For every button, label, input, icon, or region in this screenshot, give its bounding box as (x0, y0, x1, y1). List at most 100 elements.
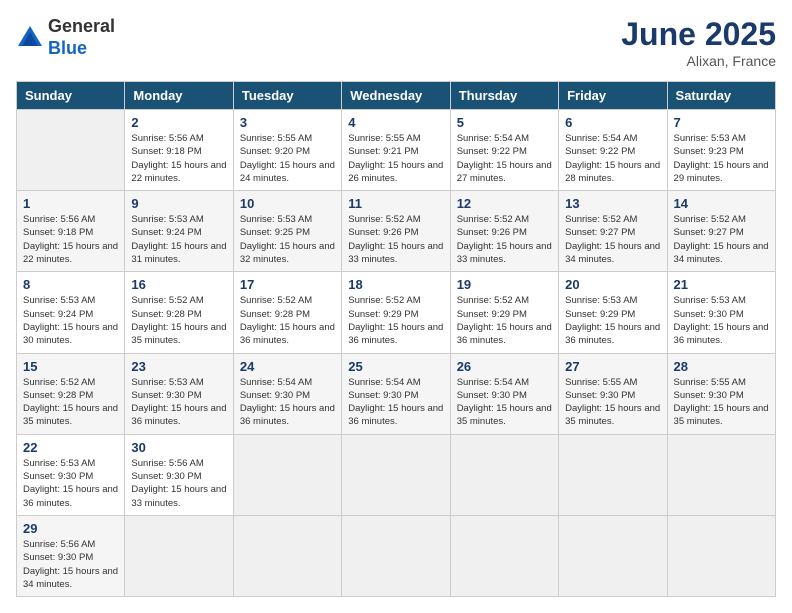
logo: General Blue (16, 16, 115, 59)
table-row: 4 Sunrise: 5:55 AMSunset: 9:21 PMDayligh… (342, 110, 450, 191)
page-header: General Blue June 2025 Alixan, France (16, 16, 776, 69)
table-row: 9 Sunrise: 5:53 AMSunset: 9:24 PMDayligh… (125, 191, 233, 272)
table-row: 29 Sunrise: 5:56 AMSunset: 9:30 PMDaylig… (17, 515, 125, 596)
day-number: 17 (240, 277, 335, 292)
table-row: 22 Sunrise: 5:53 AMSunset: 9:30 PMDaylig… (17, 434, 125, 515)
header-friday: Friday (559, 82, 667, 110)
table-row: 8 Sunrise: 5:53 AMSunset: 9:24 PMDayligh… (17, 272, 125, 353)
header-sunday: Sunday (17, 82, 125, 110)
day-number: 10 (240, 196, 335, 211)
logo-icon (16, 24, 44, 52)
day-number: 6 (565, 115, 660, 130)
day-number: 21 (674, 277, 769, 292)
empty-cell (667, 434, 775, 515)
day-info: Sunrise: 5:54 AMSunset: 9:22 PMDaylight:… (457, 132, 552, 185)
day-number: 25 (348, 359, 443, 374)
table-row: 13 Sunrise: 5:52 AMSunset: 9:27 PMDaylig… (559, 191, 667, 272)
day-info: Sunrise: 5:54 AMSunset: 9:30 PMDaylight:… (457, 376, 552, 429)
location: Alixan, France (621, 53, 776, 69)
day-number: 24 (240, 359, 335, 374)
table-row: 24 Sunrise: 5:54 AMSunset: 9:30 PMDaylig… (233, 353, 341, 434)
week-row-2: 1 Sunrise: 5:56 AMSunset: 9:18 PMDayligh… (17, 191, 776, 272)
header-saturday: Saturday (667, 82, 775, 110)
logo-text: General Blue (48, 16, 115, 59)
day-number: 3 (240, 115, 335, 130)
empty-cell (342, 515, 450, 596)
day-number: 18 (348, 277, 443, 292)
table-row: 2 Sunrise: 5:56 AMSunset: 9:18 PMDayligh… (125, 110, 233, 191)
day-number: 5 (457, 115, 552, 130)
day-number: 9 (131, 196, 226, 211)
header-thursday: Thursday (450, 82, 558, 110)
day-info: Sunrise: 5:53 AMSunset: 9:30 PMDaylight:… (674, 294, 769, 347)
day-info: Sunrise: 5:54 AMSunset: 9:30 PMDaylight:… (240, 376, 335, 429)
empty-cell (559, 515, 667, 596)
table-row: 27 Sunrise: 5:55 AMSunset: 9:30 PMDaylig… (559, 353, 667, 434)
day-info: Sunrise: 5:53 AMSunset: 9:23 PMDaylight:… (674, 132, 769, 185)
calendar-header-row: Sunday Monday Tuesday Wednesday Thursday… (17, 82, 776, 110)
day-number: 2 (131, 115, 226, 130)
table-row: 17 Sunrise: 5:52 AMSunset: 9:28 PMDaylig… (233, 272, 341, 353)
month-title: June 2025 (621, 16, 776, 53)
table-row: 28 Sunrise: 5:55 AMSunset: 9:30 PMDaylig… (667, 353, 775, 434)
empty-cell (667, 515, 775, 596)
table-row: 19 Sunrise: 5:52 AMSunset: 9:29 PMDaylig… (450, 272, 558, 353)
week-row-4: 15 Sunrise: 5:52 AMSunset: 9:28 PMDaylig… (17, 353, 776, 434)
day-info: Sunrise: 5:53 AMSunset: 9:30 PMDaylight:… (131, 376, 226, 429)
week-row-1: 2 Sunrise: 5:56 AMSunset: 9:18 PMDayligh… (17, 110, 776, 191)
day-number: 23 (131, 359, 226, 374)
day-info: Sunrise: 5:54 AMSunset: 9:22 PMDaylight:… (565, 132, 660, 185)
table-row: 26 Sunrise: 5:54 AMSunset: 9:30 PMDaylig… (450, 353, 558, 434)
table-row: 16 Sunrise: 5:52 AMSunset: 9:28 PMDaylig… (125, 272, 233, 353)
day-info: Sunrise: 5:56 AMSunset: 9:18 PMDaylight:… (131, 132, 226, 185)
day-info: Sunrise: 5:56 AMSunset: 9:30 PMDaylight:… (131, 457, 226, 510)
day-number: 7 (674, 115, 769, 130)
table-row: 30 Sunrise: 5:56 AMSunset: 9:30 PMDaylig… (125, 434, 233, 515)
week-row-3: 8 Sunrise: 5:53 AMSunset: 9:24 PMDayligh… (17, 272, 776, 353)
day-number: 11 (348, 196, 443, 211)
day-info: Sunrise: 5:55 AMSunset: 9:30 PMDaylight:… (565, 376, 660, 429)
logo-general: General (48, 16, 115, 36)
day-number: 26 (457, 359, 552, 374)
day-number: 16 (131, 277, 226, 292)
table-row: 12 Sunrise: 5:52 AMSunset: 9:26 PMDaylig… (450, 191, 558, 272)
day-info: Sunrise: 5:52 AMSunset: 9:26 PMDaylight:… (457, 213, 552, 266)
logo-blue: Blue (48, 38, 87, 58)
header-monday: Monday (125, 82, 233, 110)
table-row: 21 Sunrise: 5:53 AMSunset: 9:30 PMDaylig… (667, 272, 775, 353)
day-info: Sunrise: 5:52 AMSunset: 9:28 PMDaylight:… (23, 376, 118, 429)
title-section: June 2025 Alixan, France (621, 16, 776, 69)
day-number: 14 (674, 196, 769, 211)
day-info: Sunrise: 5:53 AMSunset: 9:29 PMDaylight:… (565, 294, 660, 347)
table-row: 25 Sunrise: 5:54 AMSunset: 9:30 PMDaylig… (342, 353, 450, 434)
table-row: 14 Sunrise: 5:52 AMSunset: 9:27 PMDaylig… (667, 191, 775, 272)
calendar-table: Sunday Monday Tuesday Wednesday Thursday… (16, 81, 776, 597)
empty-cell (559, 434, 667, 515)
empty-cell (233, 434, 341, 515)
header-tuesday: Tuesday (233, 82, 341, 110)
day-info: Sunrise: 5:52 AMSunset: 9:28 PMDaylight:… (131, 294, 226, 347)
day-info: Sunrise: 5:52 AMSunset: 9:28 PMDaylight:… (240, 294, 335, 347)
day-info: Sunrise: 5:53 AMSunset: 9:25 PMDaylight:… (240, 213, 335, 266)
day-info: Sunrise: 5:52 AMSunset: 9:27 PMDaylight:… (674, 213, 769, 266)
day-number: 20 (565, 277, 660, 292)
day-info: Sunrise: 5:53 AMSunset: 9:30 PMDaylight:… (23, 457, 118, 510)
day-number: 12 (457, 196, 552, 211)
table-row: 15 Sunrise: 5:52 AMSunset: 9:28 PMDaylig… (17, 353, 125, 434)
day-info: Sunrise: 5:53 AMSunset: 9:24 PMDaylight:… (131, 213, 226, 266)
day-number: 13 (565, 196, 660, 211)
table-row: 5 Sunrise: 5:54 AMSunset: 9:22 PMDayligh… (450, 110, 558, 191)
day-info: Sunrise: 5:54 AMSunset: 9:30 PMDaylight:… (348, 376, 443, 429)
day-info: Sunrise: 5:52 AMSunset: 9:26 PMDaylight:… (348, 213, 443, 266)
week-row-6: 29 Sunrise: 5:56 AMSunset: 9:30 PMDaylig… (17, 515, 776, 596)
day-number: 4 (348, 115, 443, 130)
week-row-5: 22 Sunrise: 5:53 AMSunset: 9:30 PMDaylig… (17, 434, 776, 515)
header-wednesday: Wednesday (342, 82, 450, 110)
day-number: 19 (457, 277, 552, 292)
table-row: 7 Sunrise: 5:53 AMSunset: 9:23 PMDayligh… (667, 110, 775, 191)
empty-cell (450, 434, 558, 515)
day-number: 15 (23, 359, 118, 374)
day-info: Sunrise: 5:55 AMSunset: 9:20 PMDaylight:… (240, 132, 335, 185)
day-info: Sunrise: 5:55 AMSunset: 9:21 PMDaylight:… (348, 132, 443, 185)
day-info: Sunrise: 5:52 AMSunset: 9:27 PMDaylight:… (565, 213, 660, 266)
